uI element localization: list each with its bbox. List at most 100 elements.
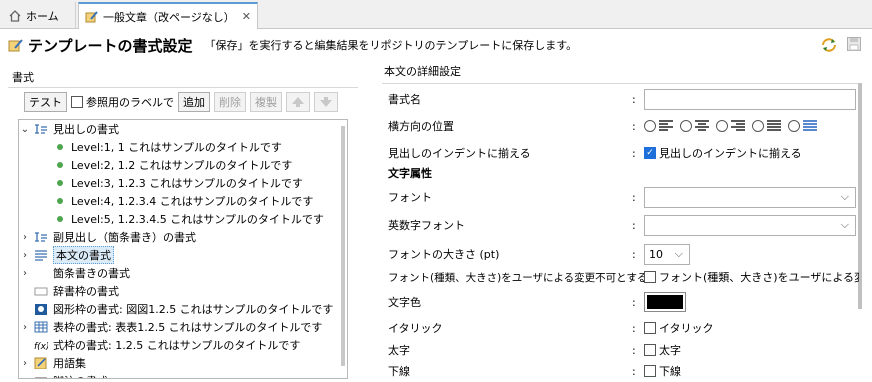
colon: : <box>632 146 636 160</box>
align-justify-icon <box>767 120 781 131</box>
tree-item[interactable]: › 本文の書式 <box>19 246 347 264</box>
chevron-down-icon[interactable]: ⌄ <box>19 124 31 135</box>
heading-icon <box>35 124 47 134</box>
chevron-down-icon: ⌵ <box>674 247 683 260</box>
tree-child-item[interactable]: Level:1, 1 これはサンプルのタイトルです <box>19 138 347 156</box>
tree-item-label: Level:1, 1 これはサンプルのタイトルです <box>71 141 282 154</box>
font-en-label: 英数字フォント <box>388 219 465 232</box>
tab-bar: ホーム 一般文章（改ページなし） ✕ <box>0 0 872 29</box>
italic-checkbox[interactable] <box>644 322 656 334</box>
color-swatch <box>647 295 683 309</box>
align-justify-radio[interactable] <box>752 119 782 133</box>
tab-home-label: ホーム <box>26 9 59 23</box>
move-down-button[interactable] <box>314 92 338 112</box>
chevron-right-icon[interactable]: › <box>19 268 31 279</box>
tree-item-label: 式枠の書式: 1.2.5 これはサンプルのタイトルです <box>53 339 301 352</box>
tree-child-item[interactable]: Level:5, 1.2.3.4.5 これはサンプルのタイトルです <box>19 210 347 228</box>
close-icon[interactable]: ✕ <box>242 10 251 23</box>
detail-panel: 本文の詳細設定 書式名: 横方向の位置: 見出しのインデントに揃える: ✓ 見出しの… <box>382 63 862 379</box>
font-size-label: フォントの大きさ (pt) <box>388 248 500 261</box>
tree-item-label: 本文の書式 <box>53 246 114 264</box>
tree-item[interactable]: › 副見出し（箇条書き）の書式 <box>19 228 347 246</box>
table-icon <box>34 321 48 333</box>
copy-button[interactable]: 複製 <box>250 92 282 112</box>
underline-label: 下線 <box>388 365 410 378</box>
align-right-radio[interactable] <box>716 119 746 133</box>
arrow-up-icon <box>292 97 304 107</box>
font-lock-checkbox[interactable] <box>644 271 656 283</box>
paragraph-icon <box>35 250 47 261</box>
bullet-icon <box>57 162 63 168</box>
colon: : <box>632 270 636 284</box>
tab-document[interactable]: 一般文章（改ページなし） ✕ <box>78 2 258 29</box>
add-button[interactable]: 追加 <box>178 92 210 112</box>
tree-item-label: Level:3, 1.2.3 これはサンプルのタイトルです <box>71 177 303 190</box>
align-distribute-radio[interactable] <box>788 119 818 133</box>
tree-item[interactable]: ⌄ 見出しの書式 <box>19 120 347 138</box>
colon: : <box>632 321 636 335</box>
bullet-icon <box>57 180 63 186</box>
align-left-radio[interactable] <box>644 119 674 133</box>
font-size-select[interactable]: 10 ⌵ <box>644 243 690 265</box>
font-select[interactable]: ⌵ <box>644 186 856 208</box>
tree-item[interactable]: › 箇条書きの書式 <box>19 264 347 282</box>
tab-home[interactable]: ホーム <box>2 2 76 29</box>
test-button[interactable]: テスト <box>24 92 67 112</box>
chevron-right-icon[interactable]: › <box>19 250 31 261</box>
tree-scrollbar[interactable] <box>341 126 345 366</box>
colon: : <box>632 190 636 204</box>
bullet-icon <box>57 144 63 150</box>
tree-item[interactable]: 辞書枠の書式 <box>19 282 347 300</box>
arrow-down-icon <box>320 97 332 107</box>
font-lock-check-label: フォント(種類、大きさ)をユーザによる変更 <box>659 271 859 284</box>
colon: : <box>632 295 636 309</box>
move-up-button[interactable] <box>286 92 310 112</box>
tree-item[interactable]: f(x) 式枠の書式: 1.2.5 これはサンプルのタイトルです <box>19 336 347 354</box>
char-attr-heading: 文字属性 <box>388 167 432 180</box>
chevron-right-icon[interactable]: › <box>19 322 31 333</box>
sync-icon[interactable] <box>820 36 838 54</box>
home-icon <box>9 9 21 22</box>
page-title: テンプレートの書式設定 <box>28 36 193 55</box>
template-icon <box>8 39 23 52</box>
font-en-select[interactable]: ⌵ <box>644 214 856 236</box>
tree-item-label: Level:5, 1.2.3.4.5 これはサンプルのタイトルです <box>71 213 324 226</box>
indent-checkbox[interactable]: ✓ <box>644 147 656 159</box>
color-button[interactable] <box>644 292 686 312</box>
align-center-radio[interactable] <box>680 119 710 133</box>
font-lock-label: フォント(種類、大きさ)をユーザによる変更不可とする <box>388 271 648 284</box>
colon: : <box>632 92 636 106</box>
tree-item-label: 副見出し（箇条書き）の書式 <box>53 231 196 244</box>
ref-label-checkbox[interactable]: 参照用のラベルで <box>71 94 174 110</box>
chevron-right-icon[interactable]: › <box>19 232 31 243</box>
bullet-icon <box>57 216 63 222</box>
format-name-label: 書式名 <box>388 93 421 106</box>
ref-label-check[interactable] <box>71 96 83 108</box>
tree-item[interactable]: 図形枠の書式: 図図1.2.5 これはサンプルのタイトルです <box>19 300 347 318</box>
heading-icon <box>35 232 47 242</box>
tree-item[interactable]: 脚注の書式 <box>19 372 347 378</box>
tree-child-item[interactable]: Level:2, 1.2 これはサンプルのタイトルです <box>19 156 347 174</box>
underline-checkbox[interactable] <box>644 365 656 377</box>
align-right-icon <box>731 120 745 131</box>
delete-button[interactable]: 削除 <box>214 92 246 112</box>
colon: : <box>632 247 636 261</box>
tree-item[interactable]: › 用語集 <box>19 354 347 372</box>
align-left-icon <box>659 120 673 131</box>
colon: : <box>632 119 636 133</box>
colon: : <box>632 343 636 357</box>
format-tree: ⌄ 見出しの書式 Level:1, 1 これはサンプルのタイトルです Level:2,… <box>18 119 348 379</box>
save-icon[interactable] <box>846 36 862 52</box>
tree-item-label: Level:2, 1.2 これはサンプルのタイトルです <box>71 159 293 172</box>
bold-label: 太字 <box>388 344 410 357</box>
tree-item[interactable]: › 表枠の書式: 表表1.2.5 これはサンプルのタイトルです <box>19 318 347 336</box>
colon: : <box>632 218 636 232</box>
tree-child-item[interactable]: Level:3, 1.2.3 これはサンプルのタイトルです <box>19 174 347 192</box>
format-name-input[interactable] <box>644 88 856 110</box>
underline-check-label: 下線 <box>659 365 681 378</box>
page-description: 「保存」を実行すると編集結果をリポジトリのテンプレートに保存します。 <box>204 39 578 52</box>
tree-child-item[interactable]: Level:4, 1.2.3.4 これはサンプルのタイトルです <box>19 192 347 210</box>
chevron-right-icon[interactable]: › <box>19 358 31 369</box>
bold-checkbox[interactable] <box>644 344 656 356</box>
